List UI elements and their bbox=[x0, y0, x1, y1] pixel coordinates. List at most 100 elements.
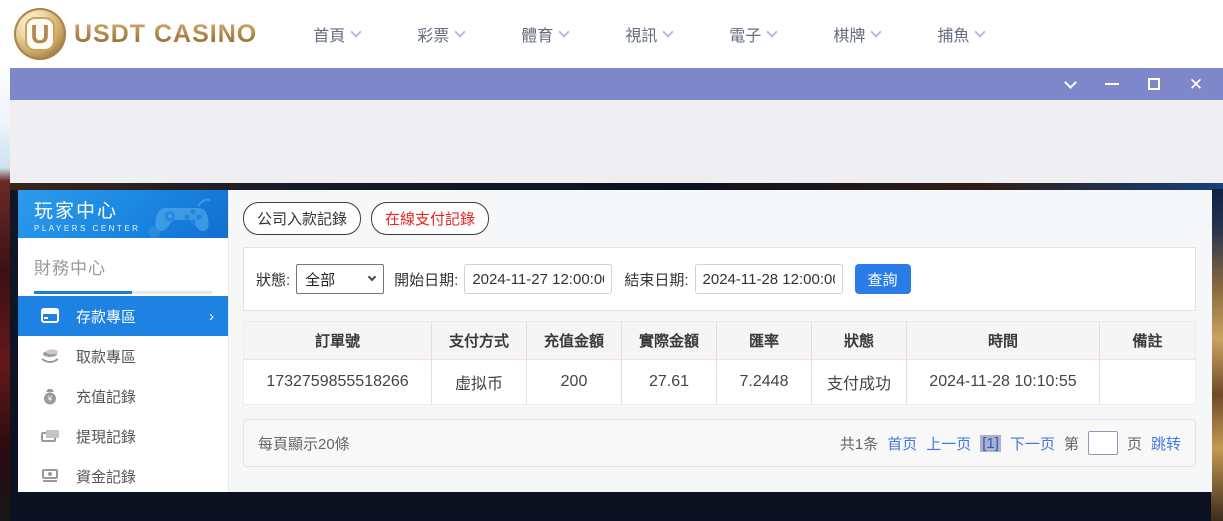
col-payment-method: 支付方式 bbox=[432, 322, 527, 360]
chevron-down-icon bbox=[975, 26, 986, 37]
sidebar-item-deposit[interactable]: 存款專區 › bbox=[18, 296, 228, 336]
search-button[interactable]: 查詢 bbox=[855, 264, 911, 294]
col-time: 時間 bbox=[907, 322, 1100, 360]
sidebar-item-label: 充值記錄 bbox=[76, 386, 136, 407]
page-number-input[interactable] bbox=[1088, 431, 1118, 455]
chevron-down-icon bbox=[559, 26, 570, 37]
nav-item-sports[interactable]: 體育 bbox=[521, 22, 568, 46]
filter-bar: 狀態: 全部 開始日期: 結束日期: 查詢 bbox=[243, 247, 1196, 311]
status-select[interactable]: 全部 bbox=[296, 264, 384, 294]
window-minimize-button[interactable] bbox=[1101, 73, 1123, 95]
logo-letter: U bbox=[25, 17, 55, 51]
col-actual-amount: 實際金額 bbox=[622, 322, 717, 360]
cash-icon bbox=[40, 426, 60, 446]
chevron-down-icon bbox=[767, 26, 778, 37]
cell-payment-method: 虚拟币 bbox=[432, 360, 527, 405]
window-dropdown-button[interactable] bbox=[1059, 73, 1081, 95]
player-center-sidebar: 玩家中心 PLAYERS CENTER 財務中心 bbox=[18, 190, 229, 492]
records-table: 訂單號 支付方式 充值金額 實際金額 匯率 狀態 時間 備註 173275985… bbox=[243, 321, 1196, 405]
sidebar-section: 財務中心 bbox=[18, 238, 228, 294]
brand-logo[interactable]: U USDT CASINO bbox=[14, 8, 257, 60]
nav-item-lottery[interactable]: 彩票 bbox=[417, 22, 464, 46]
chevron-right-icon: › bbox=[209, 308, 214, 325]
col-order-id: 訂單號 bbox=[244, 322, 432, 360]
sidebar-banner: 玩家中心 PLAYERS CENTER bbox=[18, 190, 228, 238]
sidebar-item-withdrawal-records[interactable]: 提現記錄 bbox=[18, 416, 228, 456]
logo-text: USDT CASINO bbox=[74, 20, 257, 49]
nav-item-live[interactable]: 視訊 bbox=[625, 22, 672, 46]
section-underline bbox=[34, 291, 212, 294]
cell-actual-amount: 27.61 bbox=[622, 360, 717, 405]
page-background-strip bbox=[0, 68, 10, 521]
record-tabs: 公司入款記錄 在線支付記錄 bbox=[243, 202, 1196, 235]
nav-item-cards[interactable]: 棋牌 bbox=[833, 22, 880, 46]
nav-menu: 首頁 彩票 體育 視訊 電子 棋牌 捕魚 bbox=[313, 22, 984, 46]
tab-company-deposit-records[interactable]: 公司入款記錄 bbox=[243, 202, 361, 235]
cell-exchange-rate: 7.2448 bbox=[717, 360, 812, 405]
sidebar-section-title: 財務中心 bbox=[34, 254, 212, 279]
tab-online-payment-records[interactable]: 在線支付記錄 bbox=[371, 202, 489, 235]
records-main: 公司入款記錄 在線支付記錄 狀態: 全部 開始日期: 結束日期: 查詢 bbox=[229, 190, 1212, 492]
sidebar-item-label: 存款專區 bbox=[76, 306, 136, 327]
page-suffix-label: 页 bbox=[1127, 433, 1142, 454]
app-window: ✕ 玩家中心 PLAYERS CENTER 財務中心 bbox=[10, 68, 1223, 521]
cell-remark bbox=[1100, 360, 1196, 405]
pagination-bar: 每頁顯示20條 共1条 首页 上一页 [1] 下一页 第 页 跳转 bbox=[243, 419, 1196, 467]
chevron-down-icon bbox=[351, 26, 362, 37]
next-page-link[interactable]: 下一页 bbox=[1010, 433, 1055, 454]
money-bag-icon: ¥ bbox=[40, 386, 60, 406]
banknotes-icon bbox=[40, 466, 60, 486]
sidebar-item-withdraw[interactable]: 取款專區 bbox=[18, 336, 228, 376]
cell-order-id: 1732759855518266 bbox=[244, 360, 432, 405]
sidebar-item-label: 取款專區 bbox=[76, 346, 136, 367]
total-count: 共1条 bbox=[840, 433, 878, 454]
chevron-down-icon bbox=[1064, 76, 1077, 89]
nav-item-slots[interactable]: 電子 bbox=[729, 22, 776, 46]
deposit-card-icon bbox=[40, 306, 60, 326]
gamepad-icon bbox=[146, 194, 220, 238]
chevron-down-icon bbox=[663, 26, 674, 37]
window-close-button[interactable]: ✕ bbox=[1185, 73, 1207, 95]
col-remark: 備註 bbox=[1100, 322, 1196, 360]
pagination-controls: 共1条 首页 上一页 [1] 下一页 第 页 跳转 bbox=[840, 431, 1181, 455]
end-date-input[interactable] bbox=[695, 264, 843, 294]
window-maximize-button[interactable] bbox=[1143, 73, 1165, 95]
start-date-input[interactable] bbox=[464, 264, 612, 294]
withdraw-hand-icon bbox=[40, 346, 60, 366]
table-header-row: 訂單號 支付方式 充值金額 實際金額 匯率 狀態 時間 備註 bbox=[244, 322, 1196, 360]
prev-page-link[interactable]: 上一页 bbox=[926, 433, 971, 454]
first-page-link[interactable]: 首页 bbox=[887, 433, 917, 454]
cell-status: 支付成功 bbox=[812, 360, 907, 405]
status-selected-value: 全部 bbox=[305, 269, 335, 290]
sidebar-item-label: 資金記錄 bbox=[76, 466, 136, 487]
start-date-label: 開始日期: bbox=[394, 269, 458, 290]
cell-time: 2024-11-28 10:10:55 bbox=[907, 360, 1100, 405]
chevron-down-icon bbox=[871, 26, 882, 37]
photo-right-edge bbox=[1211, 189, 1223, 521]
chevron-down-icon bbox=[455, 26, 466, 37]
col-status: 狀態 bbox=[812, 322, 907, 360]
chevron-down-icon bbox=[368, 273, 376, 281]
minimize-icon bbox=[1105, 83, 1119, 85]
sidebar-item-recharge-records[interactable]: ¥ 充值記錄 bbox=[18, 376, 228, 416]
sidebar-menu: 存款專區 › 取款專區 ¥ 充值記錄 bbox=[18, 296, 228, 496]
col-recharge-amount: 充值金額 bbox=[527, 322, 622, 360]
per-page-label: 每頁顯示20條 bbox=[258, 433, 350, 454]
sidebar-item-label: 提現記錄 bbox=[76, 426, 136, 447]
cell-recharge-amount: 200 bbox=[527, 360, 622, 405]
page-prefix-label: 第 bbox=[1064, 433, 1079, 454]
nav-item-fishing[interactable]: 捕魚 bbox=[937, 22, 984, 46]
nav-item-home[interactable]: 首頁 bbox=[313, 22, 360, 46]
status-label: 狀態: bbox=[256, 269, 290, 290]
site-navbar: U USDT CASINO 首頁 彩票 體育 視訊 電子 棋牌 捕魚 bbox=[0, 0, 1223, 68]
player-center-panel: 玩家中心 PLAYERS CENTER 財務中心 bbox=[18, 190, 1212, 492]
jump-link[interactable]: 跳转 bbox=[1151, 433, 1181, 454]
end-date-label: 結束日期: bbox=[624, 269, 688, 290]
logo-coin-icon: U bbox=[14, 8, 66, 60]
current-page-indicator[interactable]: [1] bbox=[980, 435, 1001, 452]
maximize-icon bbox=[1148, 78, 1160, 90]
svg-text:¥: ¥ bbox=[47, 395, 53, 404]
photo-top-edge bbox=[10, 183, 1223, 190]
window-titlebar: ✕ bbox=[10, 68, 1223, 100]
sidebar-item-funds-records[interactable]: 資金記錄 bbox=[18, 456, 228, 496]
